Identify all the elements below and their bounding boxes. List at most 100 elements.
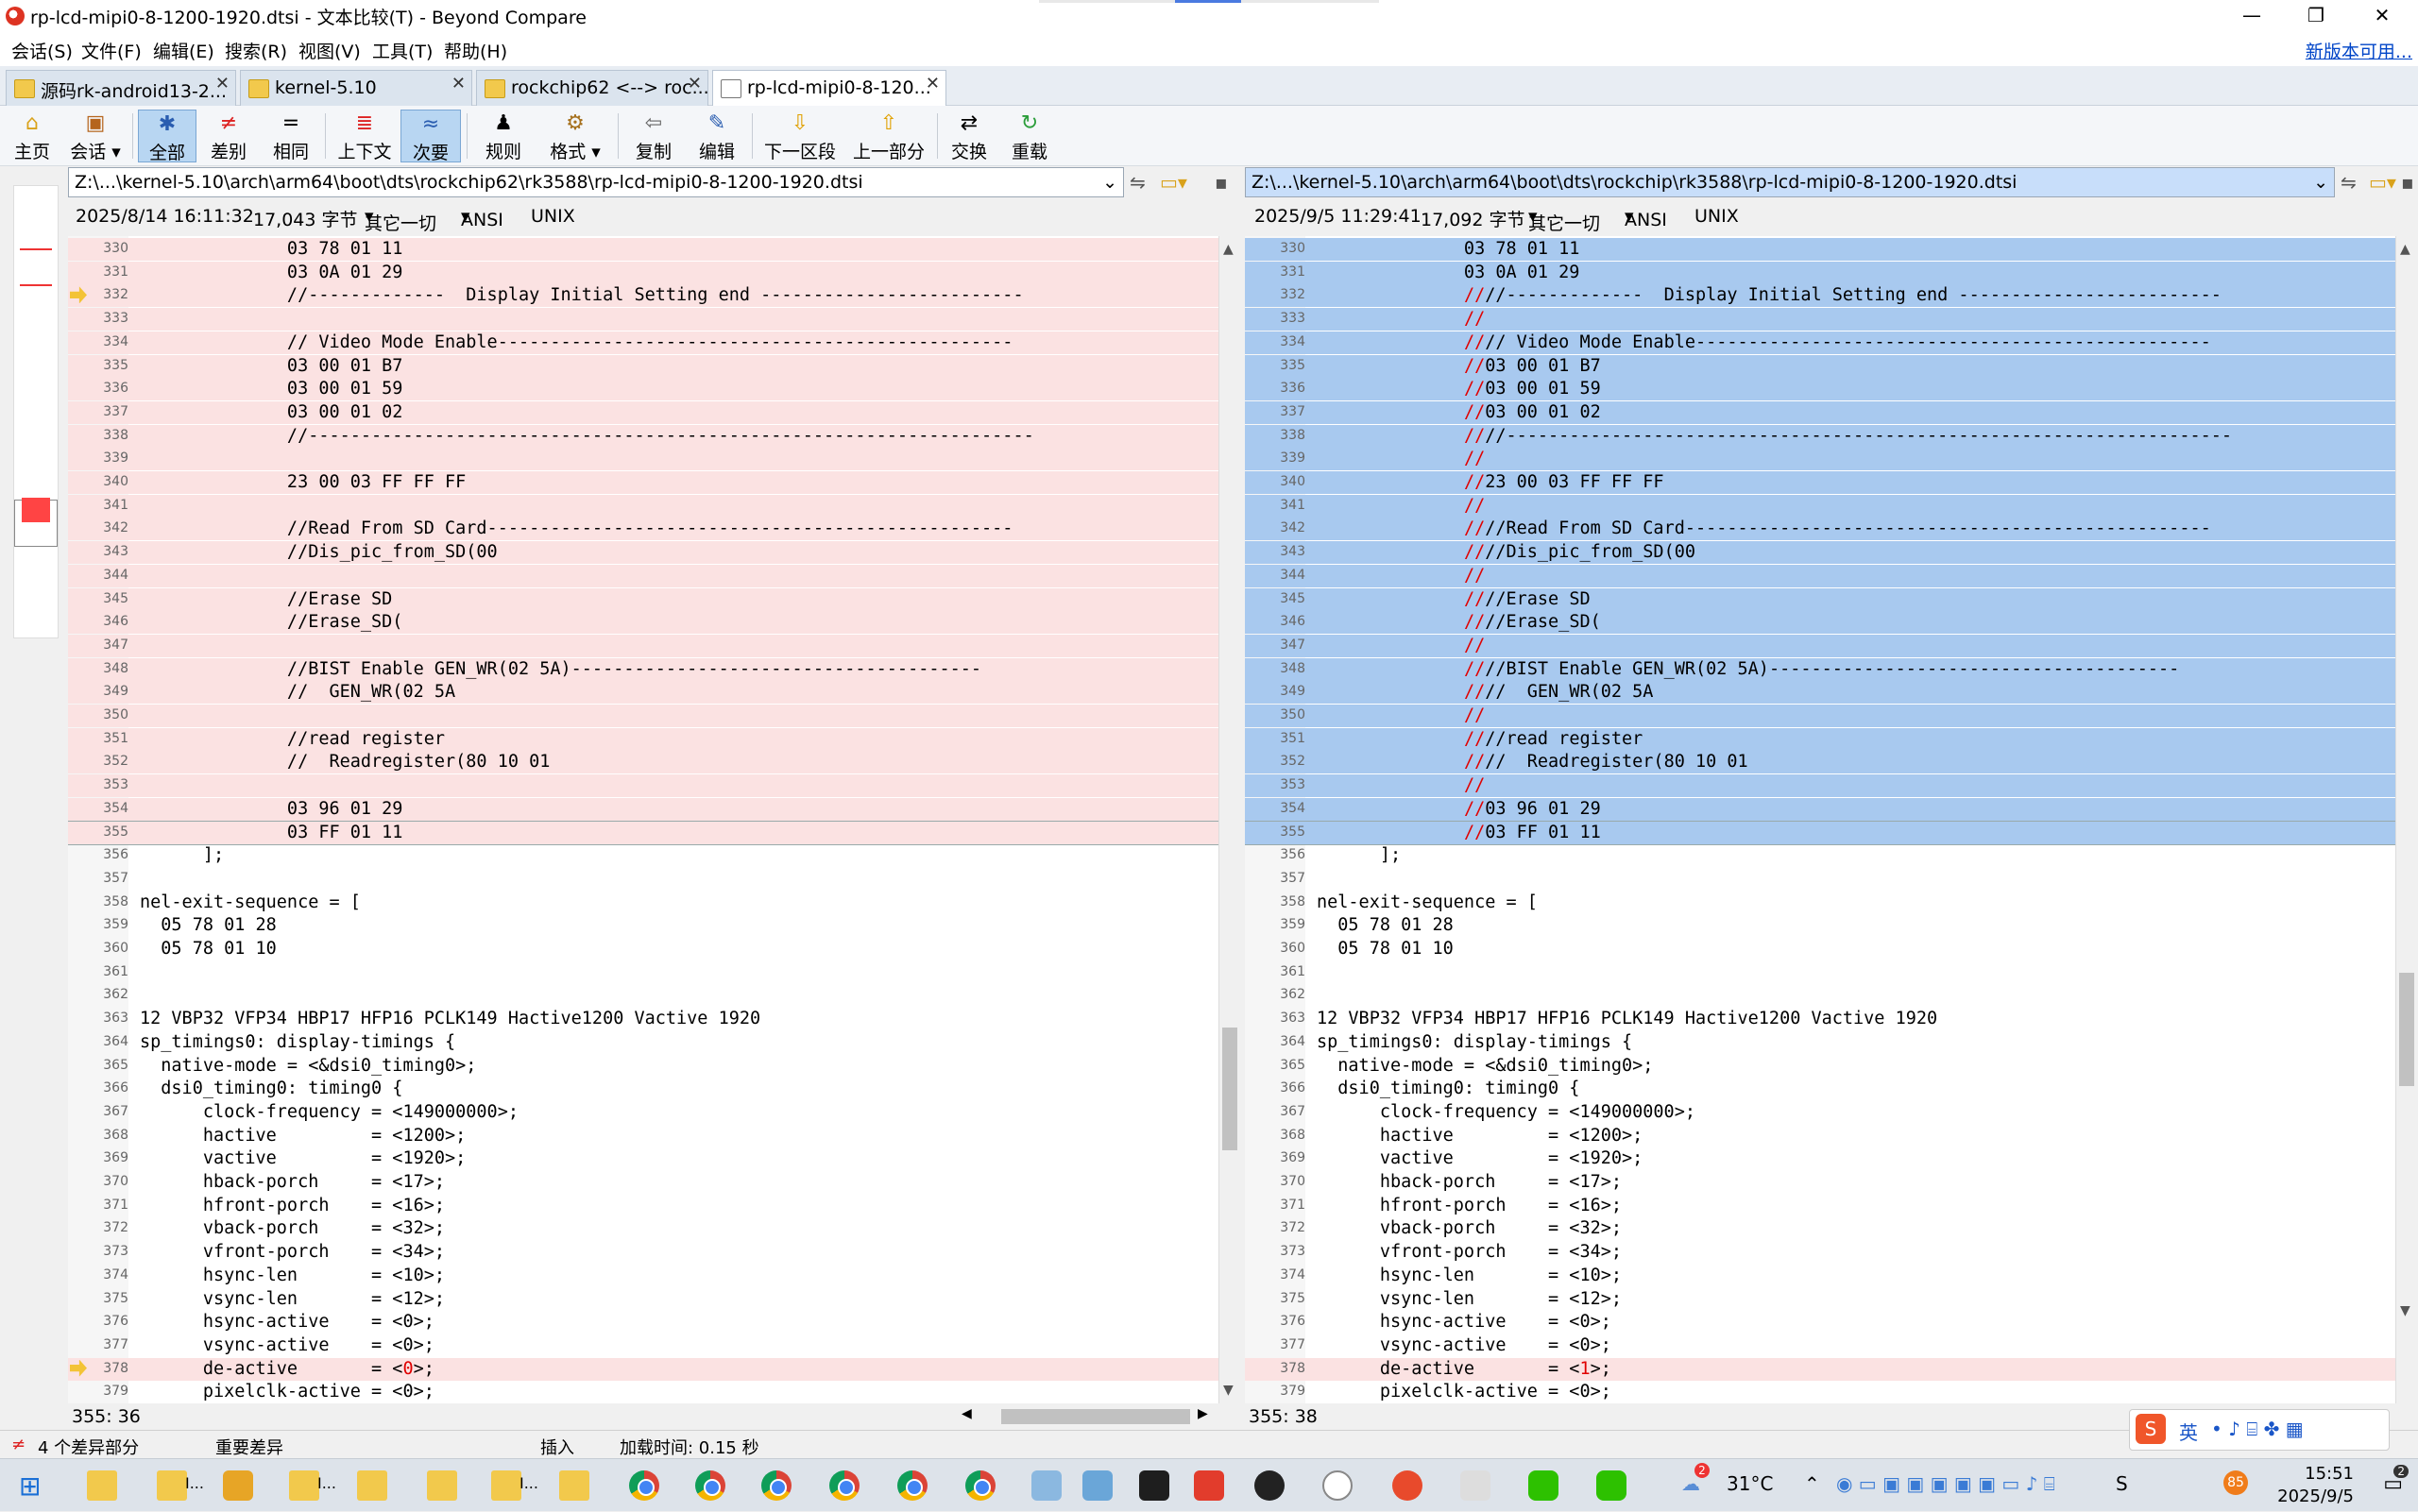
format-button[interactable]: ⚙ 格式 ▾: [538, 110, 612, 162]
hscroll-thumb[interactable]: [1001, 1409, 1190, 1424]
swap-button[interactable]: ⇄ 交换: [943, 110, 996, 162]
text-line[interactable]: 363 12 VBP32 VFP34 HBP17 HFP16 PCLK149 Ha…: [1245, 1008, 2395, 1030]
menu-edit[interactable]: 编辑(E): [153, 38, 214, 63]
menu-search[interactable]: 搜索(R): [225, 38, 287, 63]
text-line[interactable]: 340 //23 00 03 FF FF FF: [1245, 471, 2395, 494]
clock[interactable]: 15:51 2025/9/5: [2277, 1463, 2354, 1508]
text-line[interactable]: 379 pixelclk-active = <0>;: [1245, 1381, 2395, 1403]
text-line[interactable]: 344 //: [1245, 564, 2395, 587]
notepad-icon[interactable]: [1082, 1470, 1113, 1501]
left-text-pane[interactable]: 330 03 78 01 11 331 03 0A 01 29 332 //----…: [68, 236, 1218, 1403]
wechat-icon[interactable]: [1528, 1470, 1558, 1501]
text-line[interactable]: 372 vback-porch = <32>;: [68, 1217, 1218, 1240]
chrome-icon[interactable]: [761, 1470, 792, 1501]
filter-diffs-button[interactable]: ≠ 差别: [200, 110, 257, 162]
copy-button[interactable]: ⇦ 复制: [623, 110, 684, 162]
tab-current-file[interactable]: rp-lcd-mipi0-8-120... ✕: [712, 70, 946, 106]
text-line[interactable]: 364 sp_timings0: display-timings {: [1245, 1031, 2395, 1054]
restore-button[interactable]: ❐: [2284, 0, 2348, 32]
prev-part-button[interactable]: ⇧ 上一部分: [846, 110, 931, 162]
text-line[interactable]: 342 ////Read From SD Card---------------…: [1245, 518, 2395, 541]
windows-start-icon[interactable]: ⊞: [19, 1470, 41, 1502]
ime-language[interactable]: 英: [2179, 1418, 2198, 1445]
text-line[interactable]: 370 hback-porch = <17>;: [1245, 1171, 2395, 1194]
text-line[interactable]: 350 //: [1245, 705, 2395, 727]
ultraedit-icon[interactable]: [1254, 1470, 1285, 1501]
right-encoding-dropdown[interactable]: ANSI ▾: [1625, 206, 1667, 230]
chrome-icon[interactable]: [965, 1470, 996, 1501]
text-line[interactable]: 357: [68, 868, 1218, 891]
text-line[interactable]: 336 03 00 01 59: [68, 378, 1218, 401]
text-line[interactable]: 333 //: [1245, 308, 2395, 331]
text-line[interactable]: 361: [1245, 961, 2395, 984]
rules-button[interactable]: ♟ 规则: [472, 110, 535, 162]
scroll-left-icon[interactable]: ◀: [962, 1406, 972, 1421]
spiral-app-icon[interactable]: [1392, 1470, 1422, 1501]
text-line[interactable]: 346 //Erase_SD(: [68, 611, 1218, 635]
text-line[interactable]: 349 // GEN_WR(02 5A: [68, 681, 1218, 705]
chevron-down-icon[interactable]: ⌄: [2313, 172, 2328, 193]
chrome-icon[interactable]: [829, 1470, 860, 1501]
right-lineend[interactable]: UNIX: [1694, 206, 1739, 227]
tools-icon[interactable]: [1460, 1470, 1490, 1501]
text-line[interactable]: 354 //03 96 01 29: [1245, 797, 2395, 821]
text-line[interactable]: 338 //----------------------------------…: [68, 424, 1218, 448]
scroll-up-icon[interactable]: ▲: [1223, 242, 1234, 257]
menu-tools[interactable]: 工具(T): [372, 38, 433, 63]
text-line[interactable]: 372 vback-porch = <32>;: [1245, 1217, 2395, 1240]
scroll-right-icon[interactable]: ▶: [1198, 1406, 1208, 1421]
text-line[interactable]: 332 //------------- Display Initial Sett…: [68, 284, 1218, 308]
text-line[interactable]: 347: [68, 634, 1218, 657]
scroll-thumb[interactable]: [1222, 1028, 1237, 1150]
text-line[interactable]: 353 //: [1245, 774, 2395, 798]
text-line[interactable]: 360 05 78 01 10: [1245, 938, 2395, 960]
text-line[interactable]: 341 //: [1245, 494, 2395, 518]
text-line[interactable]: 347 //: [1245, 634, 2395, 657]
text-line[interactable]: 362: [1245, 984, 2395, 1007]
text-line[interactable]: 374 hsync-len = <10>;: [1245, 1265, 2395, 1287]
text-line[interactable]: 333: [68, 308, 1218, 331]
text-line[interactable]: 344: [68, 564, 1218, 587]
text-line[interactable]: 340 23 00 03 FF FF FF: [68, 471, 1218, 494]
text-line[interactable]: 335 //03 00 01 B7: [1245, 354, 2395, 378]
folder-icon[interactable]: [87, 1470, 117, 1501]
text-line[interactable]: 338 ////--------------------------------…: [1245, 424, 2395, 448]
text-line[interactable]: 363 12 VBP32 VFP34 HBP17 HFP16 PCLK149 Ha…: [68, 1008, 1218, 1030]
scroll-down-icon[interactable]: ▼: [1223, 1383, 1234, 1398]
chevron-up-icon[interactable]: ⌃: [1804, 1472, 1820, 1495]
text-line[interactable]: 375 vsync-len = <12>;: [1245, 1288, 2395, 1311]
temperature[interactable]: 31°C: [1727, 1472, 1773, 1495]
text-line[interactable]: 348 //BIST Enable GEN_WR(02 5A)---------…: [68, 657, 1218, 681]
chevron-down-icon[interactable]: ⌄: [1102, 172, 1117, 193]
text-line[interactable]: 345 //Erase SD: [68, 587, 1218, 611]
text-line[interactable]: 361: [68, 961, 1218, 984]
close-button[interactable]: ✕: [2350, 0, 2414, 32]
menu-file[interactable]: 文件(F): [81, 38, 142, 63]
open-folder-icon[interactable]: ▭▾: [1160, 171, 1187, 194]
filter-same-button[interactable]: = 相同: [263, 110, 319, 162]
filter-all-button[interactable]: ✱ 全部: [138, 110, 196, 163]
text-line[interactable]: 350: [68, 705, 1218, 727]
text-line[interactable]: 331 03 0A 01 29: [1245, 261, 2395, 284]
left-lineend[interactable]: UNIX: [531, 206, 575, 227]
text-line[interactable]: 370 hback-porch = <17>;: [68, 1171, 1218, 1194]
tab-source[interactable]: 源码rk-android13-2... ✕: [6, 70, 236, 106]
wps-icon[interactable]: [1194, 1470, 1224, 1501]
chrome-icon[interactable]: [629, 1470, 659, 1501]
text-line[interactable]: 342 //Read From SD Card-----------------…: [68, 518, 1218, 541]
text-line[interactable]: 377 vsync-active = <0>;: [1245, 1334, 2395, 1357]
text-line[interactable]: 364 sp_timings0: display-timings {: [68, 1031, 1218, 1054]
text-line[interactable]: 358 nel-exit-sequence = [: [1245, 892, 2395, 914]
folder-icon[interactable]: [559, 1470, 589, 1501]
text-line[interactable]: 379 pixelclk-active = <0>;: [68, 1381, 1218, 1403]
paint-icon[interactable]: [1031, 1470, 1062, 1501]
text-line[interactable]: 358 nel-exit-sequence = [: [68, 892, 1218, 914]
new-version-link[interactable]: 新版本可用...: [2306, 38, 2412, 63]
text-line[interactable]: 335 03 00 01 B7: [68, 354, 1218, 378]
minor-button[interactable]: ≈ 次要: [400, 110, 461, 163]
right-path-input[interactable]: Z:\...\kernel-5.10\arch\arm64\boot\dts\r…: [1245, 167, 2335, 197]
text-line[interactable]: 351 ////read register: [1245, 727, 2395, 751]
text-line[interactable]: 345 ////Erase SD: [1245, 587, 2395, 611]
text-line[interactable]: 341: [68, 494, 1218, 518]
save-icon[interactable]: ▪: [1215, 171, 1228, 194]
